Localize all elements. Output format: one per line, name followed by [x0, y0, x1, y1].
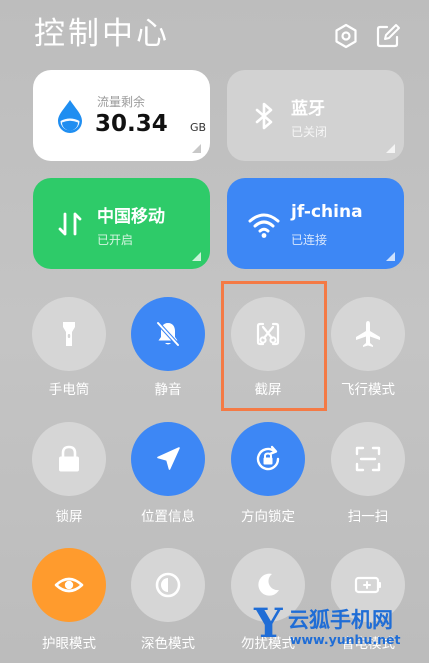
location-arrow-icon [157, 447, 180, 470]
edit-icon[interactable] [374, 22, 402, 50]
wifi-network-label: jf-china [291, 202, 363, 222]
bluetooth-tile[interactable]: 蓝牙 已关闭 [227, 70, 404, 161]
data-remaining-value: 30.34 [95, 111, 168, 137]
expand-corner-icon [192, 144, 201, 153]
expand-corner-icon [386, 252, 395, 261]
watermark-site-name: 云狐手机网 [288, 608, 393, 632]
rotation-lock-icon [256, 445, 280, 471]
lock-screen-label: 锁屏 [55, 509, 83, 525]
mobile-data-tile[interactable]: 中国移动 已开启 [33, 178, 210, 269]
data-transfer-arrows-icon [53, 206, 87, 242]
flashlight-button[interactable] [32, 297, 106, 371]
data-usage-tile[interactable]: 流量剩余 30.34 GB [33, 70, 210, 161]
expand-corner-icon [192, 252, 201, 261]
page-title: 控制中心 [34, 16, 170, 52]
rotation-lock-label: 方向锁定 [241, 509, 295, 525]
flashlight-icon [63, 322, 75, 346]
mute-label: 静音 [154, 382, 182, 398]
eye-icon [54, 577, 84, 593]
site-watermark: Y 云狐手机网 www.yunhu.net [246, 596, 429, 663]
data-remaining-unit: GB [190, 121, 207, 134]
location-button[interactable] [131, 422, 205, 496]
rotation-lock-button[interactable] [231, 422, 305, 496]
airplane-icon [356, 321, 380, 347]
water-drop-icon [53, 98, 87, 134]
mobile-carrier-label: 中国移动 [97, 207, 165, 227]
bluetooth-status: 已关闭 [291, 125, 328, 139]
airplane-mode-button[interactable] [331, 297, 405, 371]
screenshot-highlight-box [221, 281, 327, 411]
airplane-mode-label: 飞行模式 [341, 382, 395, 398]
mute-button[interactable] [131, 297, 205, 371]
wifi-status: 已连接 [291, 233, 328, 247]
wifi-icon [247, 206, 281, 242]
bluetooth-label: 蓝牙 [291, 99, 325, 119]
wifi-tile[interactable]: jf-china 已连接 [227, 178, 404, 269]
dark-mode-label: 深色模式 [141, 636, 195, 652]
lock-screen-button[interactable] [32, 422, 106, 496]
watermark-logo-letter: Y [254, 600, 283, 647]
data-remaining-label: 流量剩余 [97, 95, 146, 109]
scan-label: 扫一扫 [347, 509, 389, 525]
control-center-header: 控制中心 [34, 8, 414, 54]
scan-button[interactable] [331, 422, 405, 496]
flashlight-label: 手电筒 [48, 382, 90, 398]
dark-mode-icon [155, 572, 181, 598]
bell-mute-icon [156, 321, 180, 347]
expand-corner-icon [386, 144, 395, 153]
scan-icon [355, 446, 381, 472]
dark-mode-button[interactable] [131, 548, 205, 622]
bluetooth-icon [247, 98, 281, 134]
lock-icon [59, 445, 79, 472]
mobile-data-status: 已开启 [97, 233, 134, 247]
location-label: 位置信息 [141, 509, 195, 525]
settings-icon[interactable] [332, 22, 360, 50]
eye-care-button[interactable] [32, 548, 106, 622]
watermark-url: www.yunhu.net [290, 632, 401, 647]
eye-care-label: 护眼模式 [42, 636, 96, 652]
